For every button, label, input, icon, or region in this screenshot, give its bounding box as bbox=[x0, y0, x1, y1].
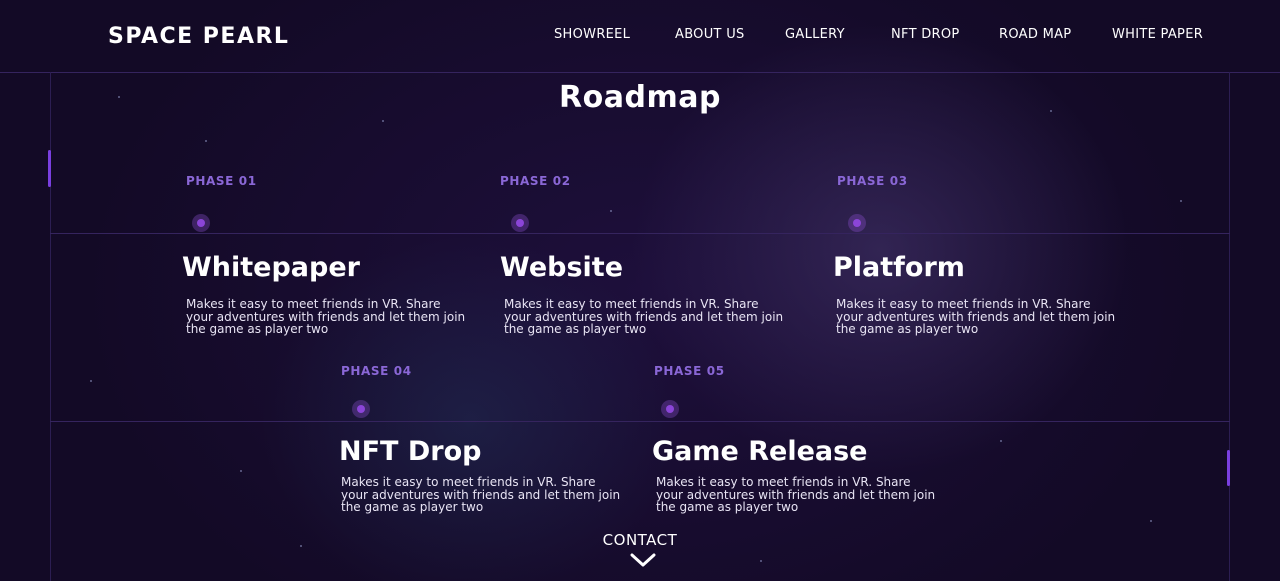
timeline-dot-icon bbox=[511, 214, 529, 232]
header-divider bbox=[0, 72, 1280, 73]
phase-title: Platform bbox=[833, 252, 965, 283]
nav-showreel[interactable]: SHOWREEL bbox=[554, 27, 630, 42]
timeline-line-row-2 bbox=[50, 421, 1230, 422]
nav-about-us[interactable]: ABOUT US bbox=[675, 27, 745, 42]
left-frame-line bbox=[50, 72, 51, 581]
left-accent-bar bbox=[48, 150, 51, 187]
phase-label: PHASE 04 bbox=[341, 364, 412, 378]
phase-label: PHASE 03 bbox=[837, 174, 908, 188]
nav-gallery[interactable]: GALLERY bbox=[785, 27, 845, 42]
phase-label: PHASE 01 bbox=[186, 174, 257, 188]
nav-nft-drop[interactable]: NFT DROP bbox=[891, 27, 960, 42]
main-nav: SHOWREEL ABOUT US GALLERY NFT DROP ROAD … bbox=[0, 27, 1280, 47]
phase-title: Website bbox=[500, 252, 624, 283]
nav-white-paper[interactable]: WHITE PAPER bbox=[1112, 27, 1203, 42]
phase-title: Whitepaper bbox=[182, 252, 360, 283]
site-header: SPACE PEARL SHOWREEL ABOUT US GALLERY NF… bbox=[0, 0, 1280, 72]
phase-description: Makes it easy to meet friends in VR. Sha… bbox=[341, 475, 621, 514]
timeline-dot-icon bbox=[352, 400, 370, 418]
phase-label: PHASE 05 bbox=[654, 364, 725, 378]
right-frame-line bbox=[1229, 72, 1230, 581]
phase-title: Game Release bbox=[652, 436, 868, 467]
phase-description: Makes it easy to meet friends in VR. Sha… bbox=[186, 297, 466, 336]
roadmap-title: Roadmap bbox=[559, 80, 721, 115]
phase-title: NFT Drop bbox=[339, 436, 482, 467]
phase-description: Makes it easy to meet friends in VR. Sha… bbox=[836, 297, 1116, 336]
timeline-dot-icon bbox=[848, 214, 866, 232]
timeline-dot-icon bbox=[661, 400, 679, 418]
phase-description: Makes it easy to meet friends in VR. Sha… bbox=[656, 475, 936, 514]
timeline-line-row-1 bbox=[50, 233, 1230, 234]
timeline-dot-icon bbox=[192, 214, 210, 232]
contact-link[interactable]: CONTACT bbox=[0, 531, 1280, 549]
nav-road-map[interactable]: ROAD MAP bbox=[999, 27, 1071, 42]
right-accent-bar bbox=[1227, 450, 1230, 486]
chevron-down-icon[interactable] bbox=[629, 551, 657, 569]
phase-label: PHASE 02 bbox=[500, 174, 571, 188]
phase-description: Makes it easy to meet friends in VR. Sha… bbox=[504, 297, 784, 336]
